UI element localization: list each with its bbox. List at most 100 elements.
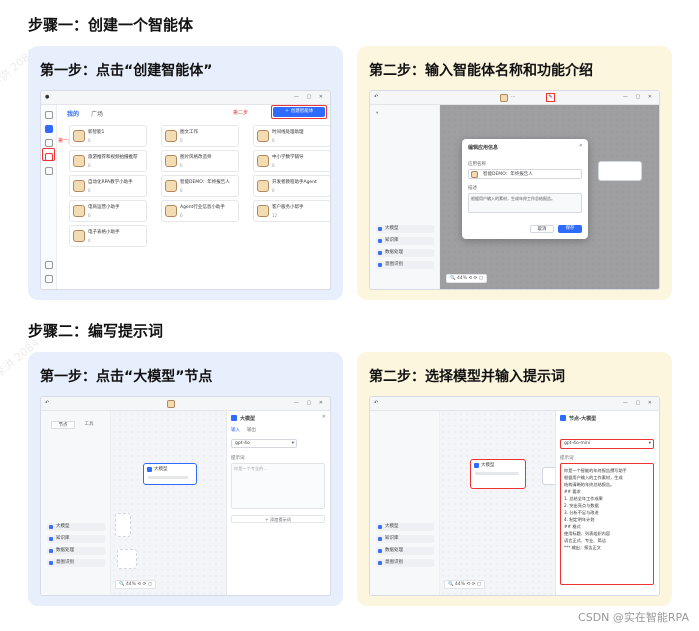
node-item-label: 大模型 xyxy=(385,226,399,231)
agent-card[interactable]: 智能DEMO：年终报告人 0 xyxy=(161,175,239,197)
window-controls[interactable]: — ▢ ✕ xyxy=(623,94,655,100)
agent-name: 时间线处理助理 xyxy=(272,130,304,135)
node-item[interactable]: 意图识别 xyxy=(47,559,105,567)
menu-icon[interactable] xyxy=(45,111,53,119)
home-icon[interactable] xyxy=(45,125,53,133)
panel-tab-input[interactable]: 输入 xyxy=(231,427,240,433)
node-item[interactable]: 知识库 xyxy=(47,535,105,543)
llm-icon xyxy=(474,463,479,468)
start-node[interactable] xyxy=(115,513,131,537)
close-icon[interactable]: ✕ xyxy=(322,414,326,420)
prompt-line: 结构清晰的年终总结报告。 xyxy=(564,482,615,487)
node-item[interactable]: 意图识别 xyxy=(376,261,434,269)
agent-card[interactable]: 自动化RPA教学小助手 0 xyxy=(69,175,147,197)
zoom-control[interactable]: 🔍 44% ⟲ ⟳ ▢ xyxy=(444,580,486,589)
tab-nodes[interactable]: 节点 xyxy=(51,421,75,429)
agent-card[interactable]: 新智能1 0 xyxy=(69,125,147,147)
chat-icon[interactable] xyxy=(45,139,53,147)
back-icon[interactable]: ↶ xyxy=(374,94,378,100)
model-select[interactable]: gpt-4o ▾ xyxy=(231,439,297,448)
highlight-agent-icon xyxy=(42,148,55,161)
prompt-line: ## 要求 xyxy=(564,489,581,494)
prompt-field[interactable]: 你是一个专业的… xyxy=(231,463,325,509)
agent-card[interactable]: 旅游推荐和视频拍摄推荐 0 xyxy=(69,150,147,172)
node-icon xyxy=(378,561,382,565)
agent-name: 图文工作 xyxy=(180,130,198,135)
agent-meta: 0 xyxy=(88,188,91,193)
node-panel: 大模型知识库数据处理意图识别 xyxy=(370,411,440,595)
name-field[interactable]: 智能DEMO：年终报告人 xyxy=(468,169,582,179)
agent-meta: 0 xyxy=(88,138,91,143)
agent-card[interactable]: 客户服务小帮手 12 xyxy=(253,200,330,222)
title-bar: ↶ — ▢ ✕ xyxy=(370,397,659,411)
agent-meta: 0 xyxy=(88,213,91,218)
agent-card[interactable]: 图文工作 0 xyxy=(161,125,239,147)
settings-icon[interactable] xyxy=(45,261,53,269)
agent-meta: 0 xyxy=(180,213,183,218)
card-title: 第一步：点击“创建智能体” xyxy=(40,63,213,79)
node-item[interactable]: 知识库 xyxy=(376,535,434,543)
node-item[interactable]: 意图识别 xyxy=(376,559,434,567)
end-node[interactable] xyxy=(117,549,137,569)
llm-config-panel: 大模型 ✕ 输入 输出 gpt-4o ▾ 提示词 你是一个专业的… + 添加提示… xyxy=(226,411,330,595)
tab-square[interactable]: 广场 xyxy=(91,109,103,118)
page: 李洪 2084 李洪 2084 李洪 2084 李洪 2084 李洪 2084 … xyxy=(0,0,699,631)
node-item[interactable]: 知识库 xyxy=(376,237,434,245)
agent-card[interactable]: 电子表格小助手 0 xyxy=(69,225,147,247)
agent-name: 电子表格小助手 xyxy=(88,230,120,235)
node-icon xyxy=(378,227,382,231)
node-item[interactable]: 数据处理 xyxy=(376,249,434,257)
prompt-field[interactable]: 你是一个智能的年终报告撰写助手 根据用户输入的工作素材，生成 结构清晰的年终总结报告… xyxy=(560,463,654,585)
prompt-line: 4. 制定明年计划 xyxy=(564,517,595,522)
edit-icon[interactable]: ✎ xyxy=(546,93,555,102)
agent-name: 智能DEMO：年终报告人 xyxy=(180,180,230,185)
agent-card[interactable]: 图片风格改造师 0 xyxy=(161,150,239,172)
node-item[interactable]: 数据处理 xyxy=(376,547,434,555)
add-prompt-button[interactable]: + 添加提示词 xyxy=(231,515,325,523)
agent-meta: 0 xyxy=(88,238,91,243)
node-icon xyxy=(378,549,382,553)
agent-name: 新智能1 xyxy=(88,130,105,135)
agent-avatar xyxy=(471,171,478,178)
cancel-button[interactable]: 取消 xyxy=(530,225,554,233)
agent-card[interactable]: Agent行业信息小助手 0 xyxy=(161,200,239,222)
back-icon[interactable]: ↶ xyxy=(374,400,378,406)
close-icon[interactable]: ✕ xyxy=(579,143,583,149)
node-item[interactable]: 大模型 xyxy=(376,225,434,233)
user-icon[interactable] xyxy=(45,275,53,283)
back-icon[interactable]: ↶ xyxy=(45,400,49,406)
node-item-label: 知识库 xyxy=(385,536,399,541)
node-item[interactable]: 大模型 xyxy=(47,523,105,531)
panel-tab-output[interactable]: 输出 xyxy=(247,427,256,433)
llm-node[interactable]: 大模型 xyxy=(470,459,526,489)
tab-mine[interactable]: 我的 xyxy=(67,109,79,118)
window-controls[interactable]: — ▢ ✕ xyxy=(294,400,326,406)
zoom-control[interactable]: 🔍 44% ⟲ ⟳ ▢ xyxy=(115,580,157,589)
title-bar: ↶ ··· ✎ — ▢ ✕ xyxy=(370,91,659,105)
agent-card[interactable]: 开发者教程助手Agent 0 xyxy=(253,175,330,197)
node-item[interactable]: 大模型 xyxy=(376,523,434,531)
tab-tools[interactable]: 工具 xyxy=(77,421,101,427)
node-item[interactable]: 数据处理 xyxy=(47,547,105,555)
agent-card[interactable]: 时间线处理助理 0 xyxy=(253,125,330,147)
window-controls[interactable]: — ▢ ✕ xyxy=(623,400,655,406)
window-controls[interactable]: — ▢ ✕ xyxy=(294,94,326,100)
llm-node[interactable]: 大模型 xyxy=(143,463,197,485)
node-item-label: 大模型 xyxy=(56,524,70,529)
agent-card[interactable]: 中小学数学辅导 0 xyxy=(253,150,330,172)
node-item-label: 数据处理 xyxy=(385,548,403,553)
card-prompt: 第二步：选择模型并输入提示词 ↶ — ▢ ✕ 大模型 知识库 数据处理 意图识别 大模… xyxy=(357,352,672,606)
flow-node[interactable] xyxy=(598,161,642,181)
desc-field[interactable]: 根据用户输入的素材，生成年终工作总结报告。 xyxy=(468,193,582,213)
agent-meta: 0 xyxy=(272,163,275,168)
agent-name: Agent行业信息小助手 xyxy=(180,205,225,210)
save-button[interactable]: 保存 xyxy=(558,225,582,233)
model-select[interactable]: gpt-4o-mini ▾ xyxy=(560,439,654,449)
agent-card[interactable]: 电商运营小助手 0 xyxy=(69,200,147,222)
history-icon[interactable] xyxy=(45,167,53,175)
llm-config-panel: 节点-大模型 gpt-4o-mini ▾ 提示词 你是一个智能的年终报告撰写助手… xyxy=(555,411,659,595)
agent-avatar xyxy=(257,155,269,167)
zoom-control[interactable]: 🔍 44% ⟲ ⟳ ▢ xyxy=(446,274,488,283)
flow-canvas[interactable] xyxy=(440,411,555,595)
node-icon xyxy=(49,549,53,553)
